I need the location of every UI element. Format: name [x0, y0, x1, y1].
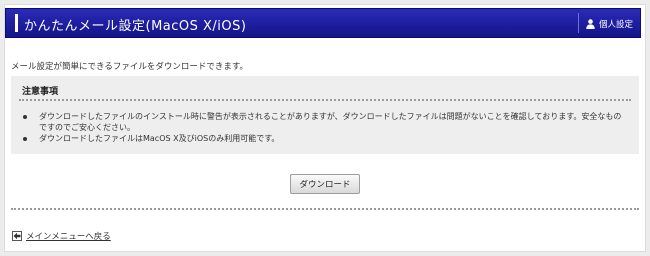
back-link-label: メインメニューへ戻る — [26, 232, 111, 242]
notice-item-text: ダウンロードしたファイルはMacOS X及びiOSのみ利用可能です。 — [39, 134, 280, 143]
notice-heading: 注意事項 — [22, 87, 59, 97]
bullet-icon — [23, 115, 27, 119]
notice-item-text: ダウンロードしたファイルのインストール時に警告が表示されることがありますが、ダウ… — [39, 112, 622, 132]
account-settings-link[interactable]: 個人設定 — [586, 17, 633, 31]
section-divider — [11, 208, 639, 210]
header-accent-bar — [15, 14, 18, 32]
back-to-main-menu-link[interactable]: メインメニューへ戻る — [12, 230, 111, 242]
notice-divider — [19, 99, 631, 101]
notice-box: 注意事項 ダウンロードしたファイルのインストール時に警告が表示されることがありま… — [11, 76, 639, 154]
intro-text: メール設定が簡単にできるファイルをダウンロードできます。 — [11, 62, 248, 72]
download-button[interactable]: ダウンロード — [290, 174, 360, 194]
page-title: かんたんメール設定(MacOS X/iOS) — [24, 19, 247, 34]
header-divider — [578, 13, 579, 33]
notice-item: ダウンロードしたファイルのインストール時に警告が表示されることがありますが、ダウ… — [23, 111, 629, 133]
notice-item: ダウンロードしたファイルはMacOS X及びiOSのみ利用可能です。 — [23, 133, 629, 144]
bullet-icon — [23, 137, 27, 141]
arrow-left-icon — [12, 231, 22, 241]
account-settings-label: 個人設定 — [599, 20, 634, 30]
user-icon — [586, 19, 595, 29]
page-header: かんたんメール設定(MacOS X/iOS) 個人設定 — [5, 8, 641, 38]
